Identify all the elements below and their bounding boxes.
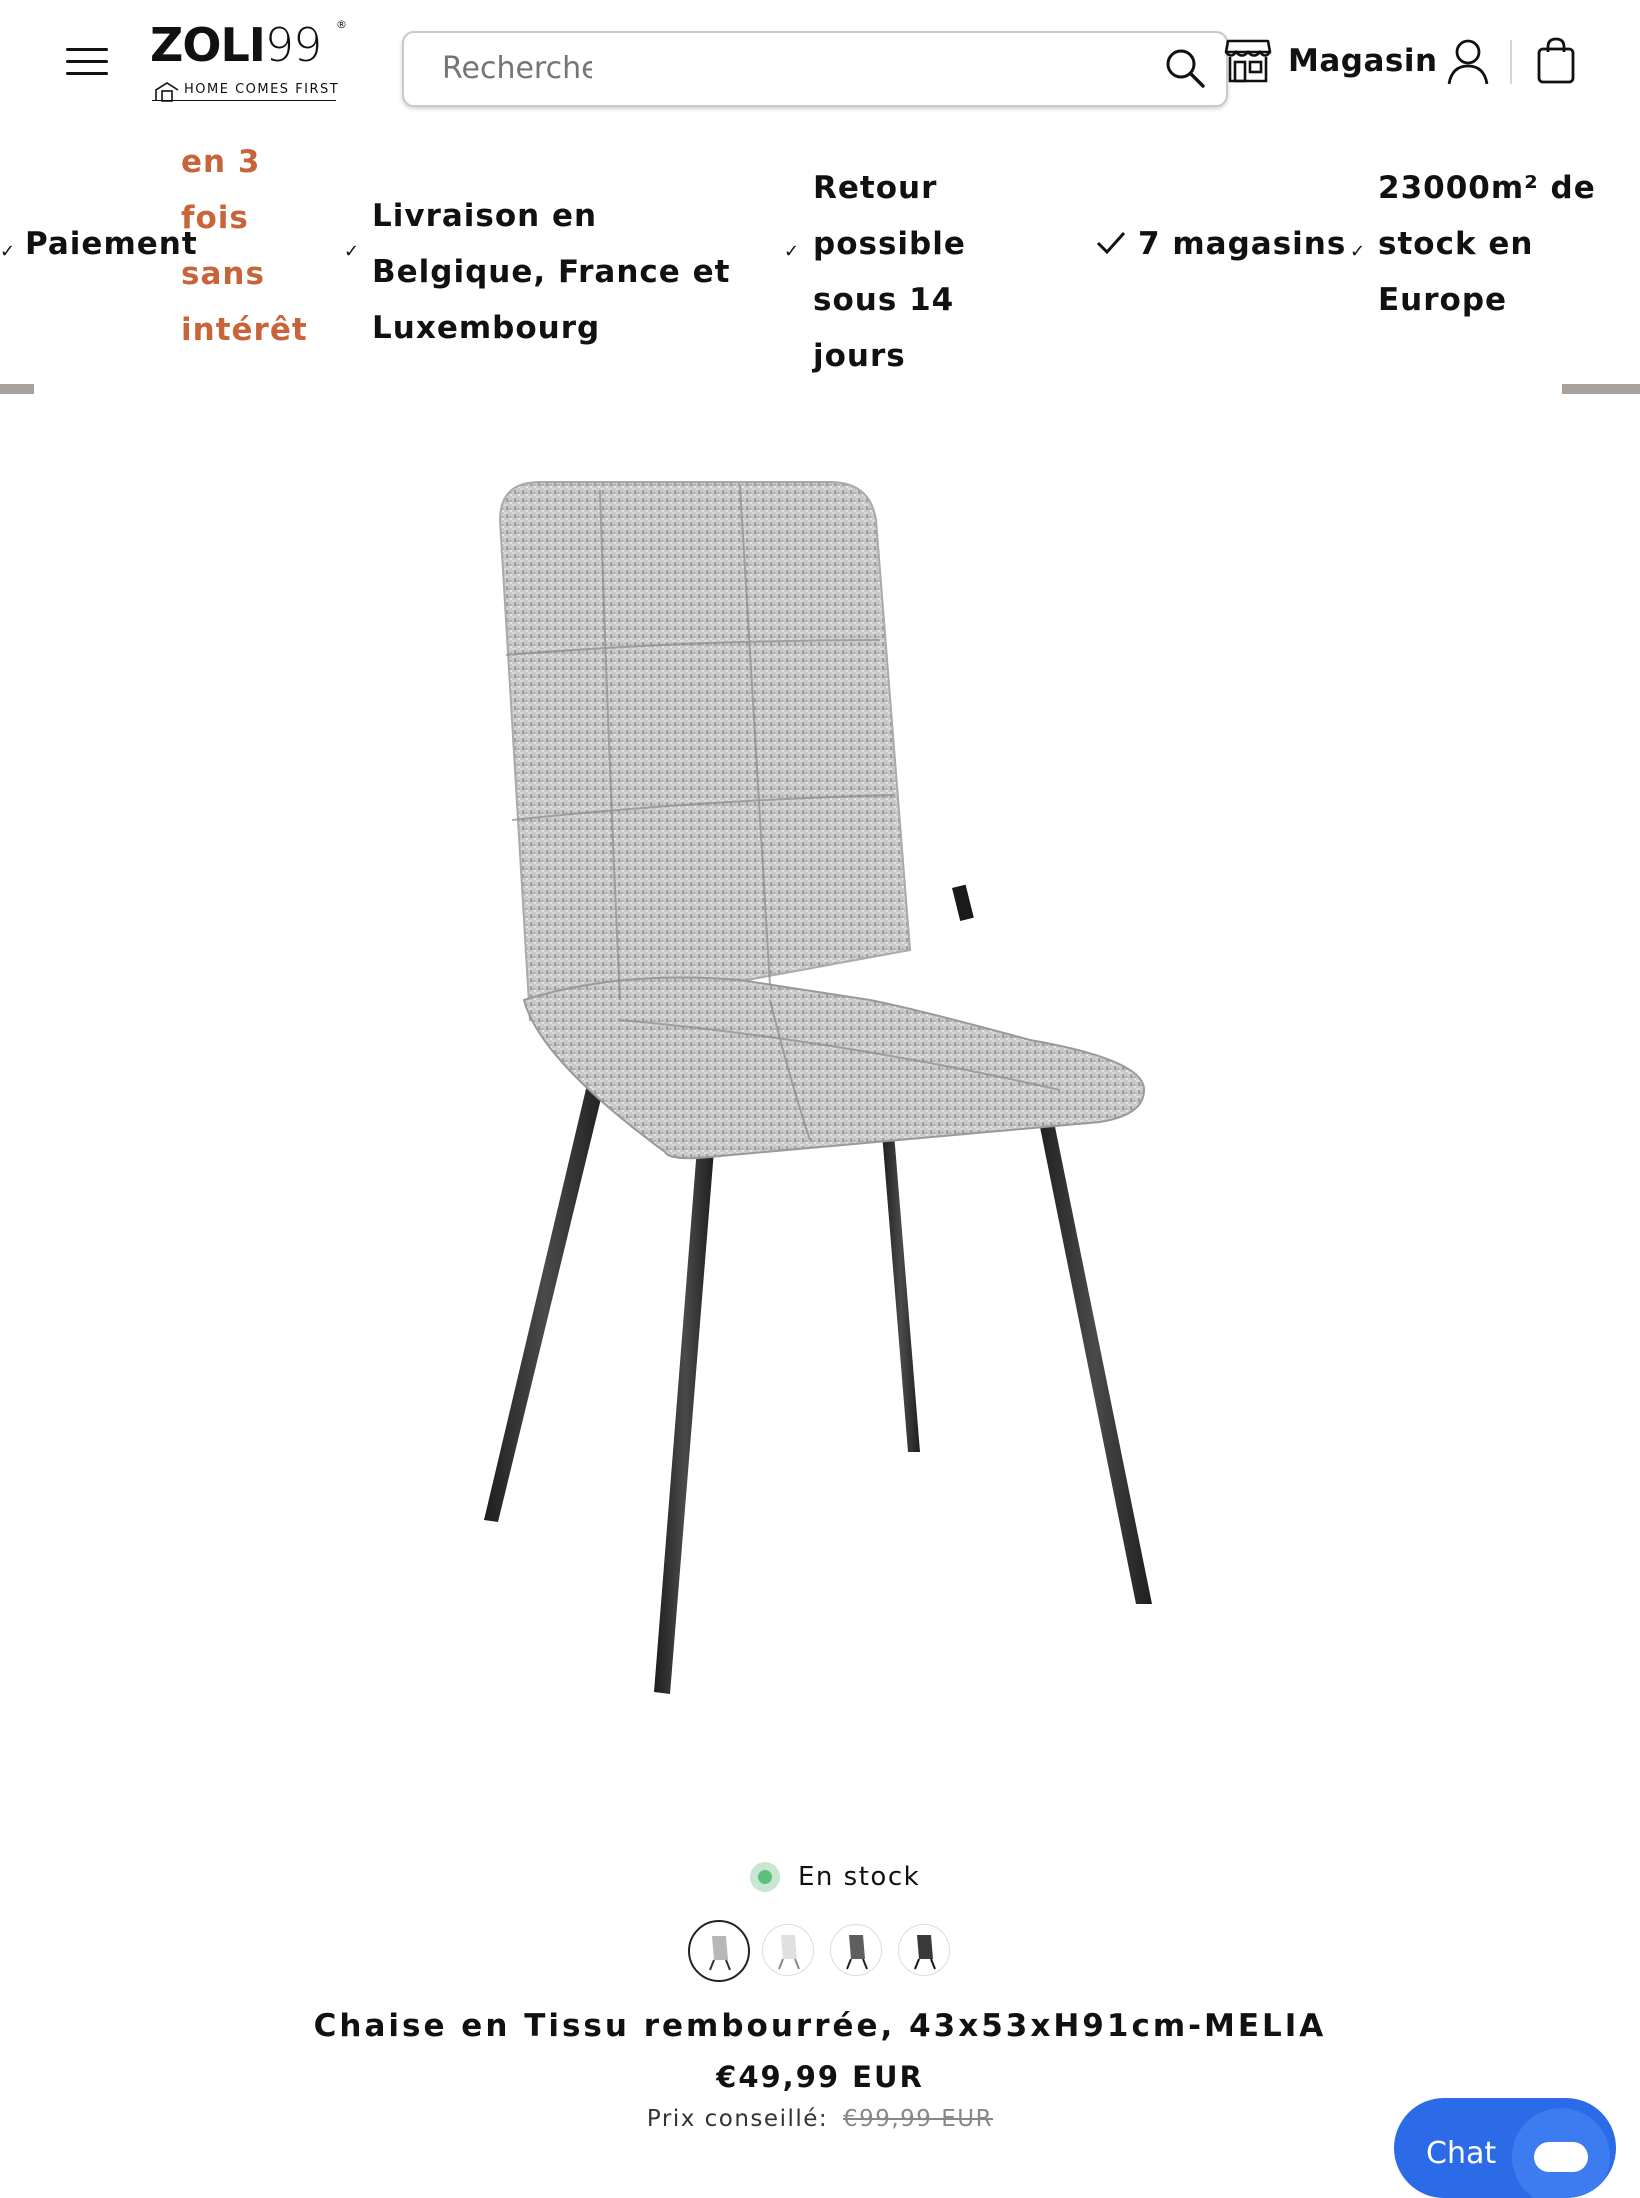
usp-highlight: en 3 fois sans intérêt — [181, 144, 308, 348]
variant-swatch-white[interactable] — [762, 1924, 814, 1976]
account-icon[interactable] — [1446, 38, 1490, 86]
check-icon: ✓ — [784, 241, 801, 262]
chat-label: Chat — [1426, 2136, 1497, 2171]
variant-swatch-charcoal[interactable] — [898, 1924, 950, 1976]
logo-tagline-bar: HOME COMES FIRST — [152, 80, 340, 102]
usp-label: 7 magasins — [1138, 226, 1347, 262]
registered-mark: ® — [336, 18, 347, 31]
stock-status-label: En stock — [798, 1862, 921, 1892]
store-link[interactable]: Magasin — [1224, 36, 1438, 86]
check-icon: ✓ — [0, 241, 17, 262]
search-bar[interactable] — [402, 31, 1228, 107]
usp-item-payment: ✓ Paiement en 3 fois sans intérêt — [0, 130, 308, 360]
product-image[interactable] — [440, 440, 1200, 1720]
logo-tagline: HOME COMES FIRST — [184, 82, 340, 97]
house-icon — [155, 82, 179, 102]
usp-label: Retour possible sous 14 jours — [813, 170, 966, 374]
logo[interactable]: ZOLI99 ® HOME COMES FIRST — [150, 18, 350, 108]
header-divider — [1510, 40, 1512, 84]
stock-status-dot — [750, 1862, 780, 1892]
variant-swatch-dark-grey[interactable] — [830, 1924, 882, 1976]
stock-indicator: En stock — [750, 1862, 920, 1892]
variant-swatches — [688, 1920, 952, 1984]
logo-wordmark: ZOLI99 — [150, 18, 322, 72]
variant-swatch-light-grey[interactable] — [688, 1920, 750, 1982]
cart-icon[interactable] — [1536, 36, 1576, 86]
check-icon: ✓ — [344, 241, 361, 262]
site-header: ZOLI99 ® HOME COMES FIRST Magasin — [0, 0, 1640, 130]
recommended-price: Prix conseillé: €99,99 EUR — [0, 2106, 1640, 2132]
store-icon — [1224, 39, 1272, 83]
store-label: Magasin — [1288, 43, 1438, 79]
recommended-price-value: €99,99 EUR — [842, 2106, 994, 2132]
search-icon[interactable] — [1164, 47, 1206, 89]
recommended-price-label: Prix conseillé: — [646, 2106, 829, 2132]
product-title: Chaise en Tissu rembourrée, 43x53xH91cm-… — [313, 2008, 1327, 2044]
usp-label: Livraison en Belgique, France et Luxembo… — [372, 198, 731, 346]
chat-icon — [1512, 2108, 1610, 2198]
search-input[interactable] — [440, 47, 594, 89]
product-price: €49,99 EUR — [716, 2060, 924, 2094]
check-icon — [1096, 231, 1126, 255]
chat-button[interactable]: Chat — [1394, 2098, 1616, 2198]
menu-icon[interactable] — [66, 44, 108, 78]
usp-label: Paiement — [25, 226, 198, 262]
usp-scroll-indicator-left[interactable] — [0, 384, 34, 394]
check-icon: ✓ — [1350, 241, 1367, 262]
usp-label: 23000m² de stock en Europe — [1378, 170, 1596, 318]
usp-scroll-indicator-right[interactable] — [1562, 384, 1640, 394]
